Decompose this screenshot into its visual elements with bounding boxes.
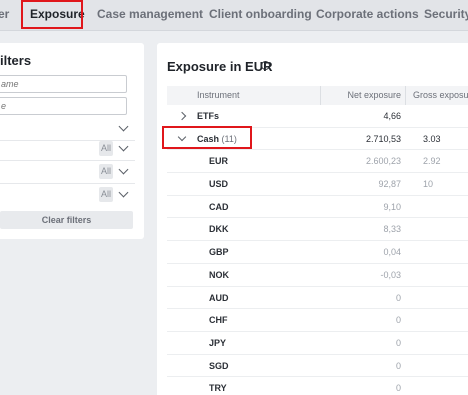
- table-row-eur[interactable]: EUR 2.600,23 2.92: [167, 150, 468, 174]
- chevron-down-icon: [118, 187, 129, 198]
- exposure-tab-highlight-box: [21, 0, 83, 29]
- page-title: Exposure in EUR: [167, 59, 273, 74]
- clock-icon[interactable]: [261, 61, 270, 70]
- instrument-name: JPY: [209, 337, 227, 348]
- net-exposure-value: 9,10: [383, 201, 401, 212]
- tab-corporate-actions[interactable]: Corporate actions: [316, 0, 419, 30]
- filter-select-2[interactable]: All: [0, 140, 135, 161]
- instrument-name: CAD: [209, 201, 229, 212]
- filter-select-1[interactable]: [0, 120, 135, 141]
- net-exposure-value: 4,66: [383, 111, 401, 121]
- net-exposure-value: 0,04: [383, 247, 401, 258]
- instrument-name: SGD: [209, 360, 229, 371]
- table-row-try[interactable]: TRY 0: [167, 377, 468, 395]
- filter-value: All: [99, 187, 113, 202]
- instrument-name: ETFs: [197, 111, 220, 121]
- instrument-name: DKK: [209, 224, 229, 235]
- table-header: Instrument Net exposure Gross exposu: [167, 86, 468, 105]
- filters-title: ilters: [0, 53, 32, 68]
- net-exposure-value: 0: [395, 383, 401, 394]
- gross-exposure-value: 10: [423, 179, 434, 190]
- column-header-net-exposure[interactable]: Net exposure: [347, 86, 401, 105]
- instrument-name: USD: [209, 179, 229, 190]
- filter-value: All: [99, 141, 113, 156]
- net-exposure-value: 2.600,23: [365, 156, 401, 167]
- filter-value: All: [99, 164, 113, 179]
- instrument-name: GBP: [209, 247, 229, 258]
- table-row-sgd[interactable]: SGD 0: [167, 355, 468, 378]
- table-row-aud[interactable]: AUD 0: [167, 287, 468, 310]
- table-row-usd[interactable]: USD 92,87 10: [167, 173, 468, 196]
- net-exposure-value: 8,33: [383, 224, 401, 235]
- net-exposure-value: 2.710,53: [365, 133, 401, 144]
- exposure-card: Exposure in EUR Instrument Net exposure …: [157, 43, 468, 395]
- tab-client-onboarding[interactable]: Client onboarding: [209, 0, 312, 30]
- table-row-jpy[interactable]: JPY 0: [167, 332, 468, 355]
- gross-exposure-value: 2.92: [423, 156, 441, 167]
- filter-select-4[interactable]: All: [0, 186, 135, 205]
- column-header-instrument[interactable]: Instrument: [197, 86, 240, 105]
- chevron-down-icon: [118, 164, 129, 175]
- instrument-name: NOK: [209, 269, 229, 280]
- table-row-cad[interactable]: CAD 9,10: [167, 196, 468, 219]
- clear-filters-button[interactable]: Clear filters: [0, 211, 133, 229]
- chevron-right-icon[interactable]: [177, 111, 187, 121]
- net-exposure-value: -0,03: [380, 269, 401, 280]
- column-header-gross-exposure[interactable]: Gross exposu: [413, 86, 468, 105]
- net-exposure-value: 0: [395, 315, 401, 326]
- net-exposure-value: 0: [395, 292, 401, 303]
- instrument-name: EUR: [209, 156, 229, 167]
- chevron-down-icon: [118, 141, 129, 152]
- instrument-name: AUD: [209, 292, 229, 303]
- cash-row-highlight-box: [162, 126, 252, 149]
- net-exposure-value: 0: [395, 360, 401, 371]
- filter-select-3[interactable]: All: [0, 163, 135, 184]
- table-row-chf[interactable]: CHF 0: [167, 309, 468, 332]
- top-tab-bar: er Exposure Case management Client onboa…: [0, 0, 468, 31]
- tab-security[interactable]: Security: [424, 0, 468, 30]
- table-row-etfs[interactable]: ETFs 4,66: [167, 105, 468, 128]
- gross-exposure-value: 3.03: [423, 133, 441, 144]
- instrument-name: CHF: [209, 315, 228, 326]
- name-filter-input[interactable]: [0, 75, 127, 93]
- chevron-down-icon: [118, 121, 129, 132]
- instrument-name: TRY: [209, 383, 227, 394]
- second-filter-input[interactable]: [0, 97, 127, 115]
- filters-panel: ilters All All All Clear filters: [0, 43, 144, 239]
- net-exposure-value: 92,87: [378, 179, 401, 190]
- table-row-dkk[interactable]: DKK 8,33: [167, 218, 468, 242]
- table-row-nok[interactable]: NOK -0,03: [167, 264, 468, 287]
- net-exposure-value: 0: [395, 337, 401, 348]
- tab-partial[interactable]: er: [0, 0, 9, 30]
- tab-case-management[interactable]: Case management: [97, 0, 203, 30]
- table-row-gbp[interactable]: GBP 0,04: [167, 241, 468, 264]
